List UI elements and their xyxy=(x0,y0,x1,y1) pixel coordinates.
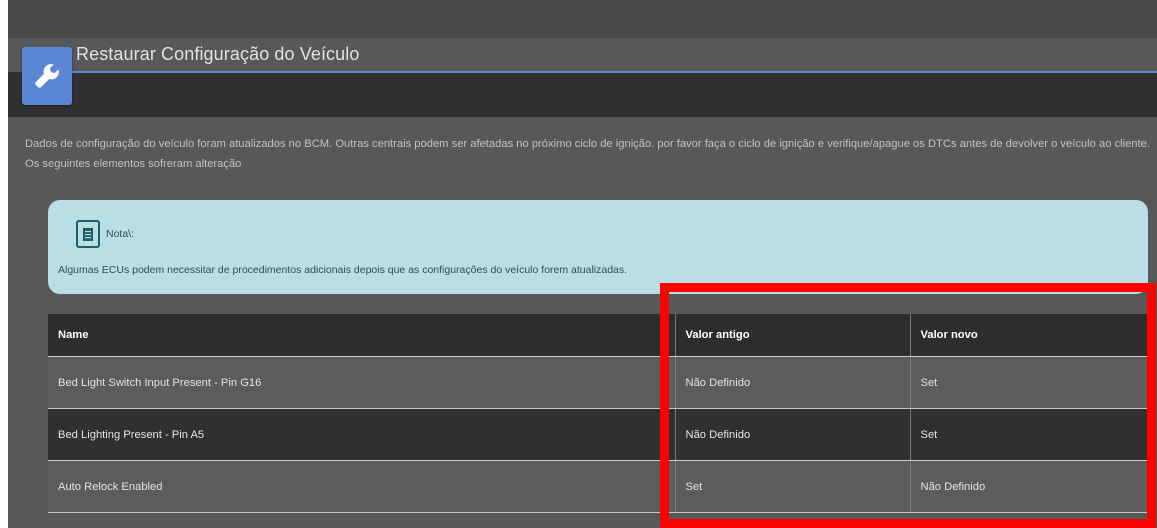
column-header-old-value[interactable]: Valor antigo xyxy=(674,314,910,357)
row-old-value: Set xyxy=(674,460,910,513)
row-old-value: Não Definido xyxy=(674,408,910,461)
column-header-name[interactable]: Name xyxy=(48,314,675,357)
table-row[interactable]: Auto Relock Enabled Set Não Definido xyxy=(48,460,1149,513)
row-name: Auto Relock Enabled xyxy=(48,460,675,513)
changed-elements-table: Name Valor antigo Valor novo Bed Light S… xyxy=(48,314,1149,513)
column-header-new-value[interactable]: Valor novo xyxy=(909,314,1149,357)
row-new-value: Set xyxy=(909,356,1149,409)
table-row[interactable]: Bed Lighting Present - Pin A5 Não Defini… xyxy=(48,408,1149,461)
table-row[interactable]: Bed Light Switch Input Present - Pin G16… xyxy=(48,356,1149,409)
page-title: Restaurar Configuração do Veículo xyxy=(76,44,360,64)
header-divider xyxy=(70,71,1157,73)
note-title: Nota\: xyxy=(106,228,135,240)
table-header-row: Name Valor antigo Valor novo xyxy=(48,314,1149,357)
dialog-header-bar xyxy=(8,72,1157,117)
row-new-value: Não Definido xyxy=(909,460,1149,513)
wrench-icon xyxy=(22,47,72,105)
restore-config-dialog: Restaurar Configuração do Veículo Dados … xyxy=(8,0,1157,528)
document-icon xyxy=(76,220,100,248)
top-strip xyxy=(8,0,1157,38)
note-text: Algumas ECUs podem necessitar de procedi… xyxy=(58,264,628,276)
row-old-value: Não Definido xyxy=(674,356,910,409)
row-name: Bed Light Switch Input Present - Pin G16 xyxy=(48,356,675,409)
note-panel: Nota\: Algumas ECUs podem necessitar de … xyxy=(48,200,1148,294)
row-name: Bed Lighting Present - Pin A5 xyxy=(48,408,675,461)
update-description: Dados de configuração do veículo foram a… xyxy=(25,138,1150,170)
row-new-value: Set xyxy=(909,408,1149,461)
